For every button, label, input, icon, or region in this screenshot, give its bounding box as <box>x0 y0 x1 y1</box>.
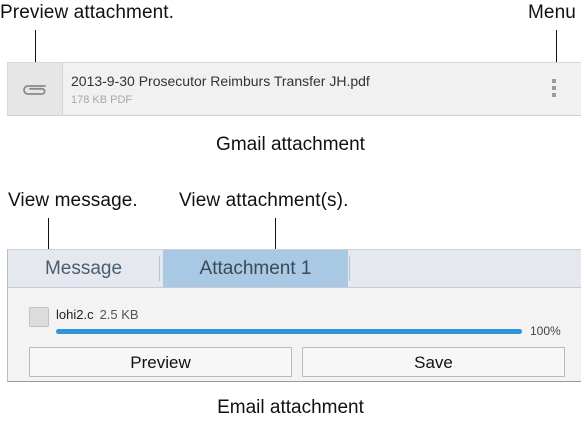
tab-divider <box>159 256 160 281</box>
gmail-caption: Gmail attachment <box>216 134 365 155</box>
tab-divider <box>349 256 350 281</box>
download-progress-bar <box>56 329 522 334</box>
callout-view-attachments: View attachment(s). <box>179 190 349 211</box>
preview-button[interactable]: Preview <box>29 347 292 377</box>
file-icon <box>29 307 49 327</box>
attachment-card: lohi2.c 2.5 KB 100% Preview Save <box>21 296 569 378</box>
paperclip-icon <box>23 85 46 95</box>
attachment-file-meta: 178 KB PDF <box>71 94 133 106</box>
callout-line-attachments <box>275 218 276 250</box>
preview-attachment-button[interactable] <box>8 63 63 115</box>
download-progress-label: 100% <box>530 324 561 338</box>
gmail-attachment-row[interactable]: 2013-9-30 Prosecutor Reimburs Transfer J… <box>7 62 581 116</box>
email-caption: Email attachment <box>217 397 364 418</box>
attachment-size: 2.5 KB <box>99 307 139 322</box>
download-progress-fill <box>56 329 522 334</box>
attachment-name: lohi2.c <box>56 307 94 322</box>
callout-preview-attachment: Preview attachment. <box>0 2 175 23</box>
callout-view-message: View message. <box>8 190 138 211</box>
save-button[interactable]: Save <box>302 347 565 377</box>
email-attachment-panel: Message Attachment 1 lohi2.c 2.5 KB 100% … <box>7 249 581 382</box>
tab-attachment-1[interactable]: Attachment 1 <box>163 250 348 287</box>
callout-line-message <box>48 218 49 250</box>
tab-bar: Message Attachment 1 <box>8 250 581 288</box>
callout-line-menu <box>556 30 557 64</box>
callout-line-preview <box>35 30 36 64</box>
callout-menu: Menu <box>528 2 576 23</box>
attachment-info: lohi2.c 2.5 KB <box>56 307 139 322</box>
attachment-file-name: 2013-9-30 Prosecutor Reimburs Transfer J… <box>71 73 370 89</box>
tab-message[interactable]: Message <box>8 250 159 287</box>
overflow-menu-icon[interactable] <box>551 79 557 101</box>
